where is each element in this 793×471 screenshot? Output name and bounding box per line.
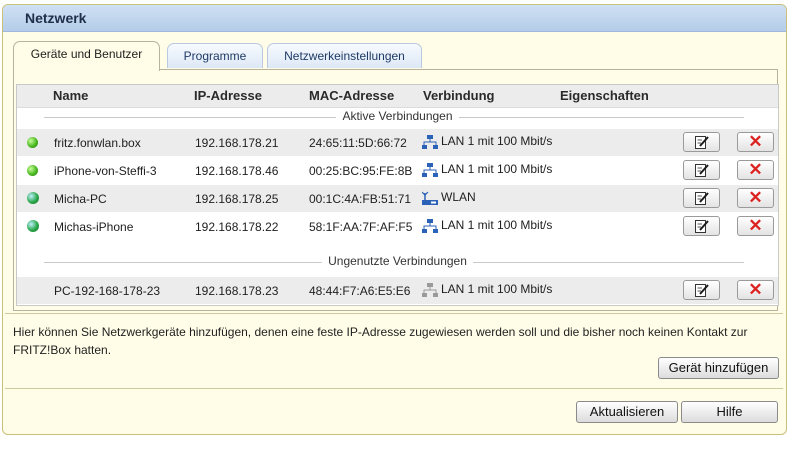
online-status-icon xyxy=(27,165,38,176)
lan-icon xyxy=(422,134,438,149)
help-button[interactable]: Hilfe xyxy=(681,401,778,423)
column-header-properties: Eigenschaften xyxy=(560,88,649,103)
close-icon: ✕ xyxy=(748,188,763,207)
table-row: PC-192-168-178-23 192.168.178.23 48:44:F… xyxy=(17,277,778,304)
network-panel: Netzwerk Geräte und Benutzer Programme N… xyxy=(2,4,787,435)
device-name[interactable]: PC-192-168-178-23 xyxy=(54,284,160,298)
table-row: Micha-PC 192.168.178.25 00:1C:4A:FB:51:7… xyxy=(17,185,778,212)
delete-button[interactable]: ✕ xyxy=(737,188,774,208)
table-header: Name IP-Adresse MAC-Adresse Verbindung E… xyxy=(17,85,778,108)
edit-icon xyxy=(695,284,709,297)
section-label: Aktive Verbindungen xyxy=(336,109,459,123)
table-row: Michas-iPhone 192.168.178.22 58:1F:AA:7F… xyxy=(17,213,778,240)
edit-icon xyxy=(695,164,709,177)
device-table: Name IP-Adresse MAC-Adresse Verbindung E… xyxy=(16,84,779,306)
section-unused-connections: Ungenutzte Verbindungen xyxy=(17,253,778,271)
device-name[interactable]: fritz.fonwlan.box xyxy=(54,136,141,150)
column-header-ip[interactable]: IP-Adresse xyxy=(194,88,262,103)
globe-icon xyxy=(27,220,39,232)
device-name[interactable]: Michas-iPhone xyxy=(54,220,133,234)
edit-button[interactable] xyxy=(683,280,720,300)
mac-address: 58:1F:AA:7F:AF:F5 xyxy=(309,220,413,234)
connection-label: WLAN xyxy=(441,190,476,204)
panel-title: Netzwerk xyxy=(3,5,786,32)
mac-address: 24:65:11:5D:66:72 xyxy=(309,136,407,150)
globe-icon xyxy=(27,192,39,204)
ip-address: 192.168.178.46 xyxy=(195,164,279,178)
close-icon: ✕ xyxy=(748,160,763,179)
tab-programs[interactable]: Programme xyxy=(167,43,263,68)
section-label: Ungenutzte Verbindungen xyxy=(322,254,473,268)
connection-label: LAN 1 mit 100 Mbit/s xyxy=(441,282,553,296)
close-icon: ✕ xyxy=(748,280,763,299)
delete-button[interactable]: ✕ xyxy=(737,280,774,300)
edit-button[interactable] xyxy=(683,160,720,180)
section-active-connections: Aktive Verbindungen xyxy=(17,108,778,126)
delete-button[interactable]: ✕ xyxy=(737,132,774,152)
add-device-button[interactable]: Gerät hinzufügen xyxy=(658,357,779,379)
mac-address: 00:25:BC:95:FE:8B xyxy=(309,164,413,178)
divider xyxy=(5,388,783,389)
table-row: fritz.fonwlan.box 192.168.178.21 24:65:1… xyxy=(17,129,778,156)
connection-label: LAN 1 mit 100 Mbit/s xyxy=(441,162,553,176)
lan-icon xyxy=(422,218,438,233)
connection-label: LAN 1 mit 100 Mbit/s xyxy=(441,218,553,232)
column-header-mac[interactable]: MAC-Adresse xyxy=(309,88,394,103)
mac-address: 48:44:F7:A6:E5:E6 xyxy=(309,284,411,298)
edit-icon xyxy=(695,220,709,233)
tab-devices-and-users[interactable]: Geräte und Benutzer xyxy=(13,41,160,71)
column-header-name[interactable]: Name xyxy=(53,88,88,103)
delete-button[interactable]: ✕ xyxy=(737,216,774,236)
online-status-icon xyxy=(27,137,38,148)
mac-address: 00:1C:4A:FB:51:71 xyxy=(309,192,412,206)
close-icon: ✕ xyxy=(748,132,763,151)
lan-icon-inactive xyxy=(422,282,438,297)
ip-address: 192.168.178.23 xyxy=(195,284,279,298)
ip-address: 192.168.178.21 xyxy=(195,136,279,150)
edit-button[interactable] xyxy=(683,188,720,208)
ip-address: 192.168.178.22 xyxy=(195,220,279,234)
close-icon: ✕ xyxy=(748,216,763,235)
tab-content: Name IP-Adresse MAC-Adresse Verbindung E… xyxy=(13,69,779,311)
delete-button[interactable]: ✕ xyxy=(737,160,774,180)
divider xyxy=(5,313,783,314)
edit-icon xyxy=(695,136,709,149)
tab-network-settings[interactable]: Netzwerkeinstellungen xyxy=(267,43,422,68)
lan-icon xyxy=(422,162,438,177)
connection-label: LAN 1 mit 100 Mbit/s xyxy=(441,134,553,148)
refresh-button[interactable]: Aktualisieren xyxy=(576,401,678,423)
edit-button[interactable] xyxy=(683,216,720,236)
table-row: iPhone-von-Steffi-3 192.168.178.46 00:25… xyxy=(17,157,778,184)
edit-button[interactable] xyxy=(683,132,720,152)
device-name[interactable]: Micha-PC xyxy=(54,192,107,206)
ip-address: 192.168.178.25 xyxy=(195,192,279,206)
edit-icon xyxy=(695,192,709,205)
device-name[interactable]: iPhone-von-Steffi-3 xyxy=(54,164,157,178)
add-device-hint: Hier können Sie Netzwerkgeräte hinzufüge… xyxy=(13,325,748,357)
wlan-icon xyxy=(422,191,438,205)
column-header-connection[interactable]: Verbindung xyxy=(423,88,495,103)
